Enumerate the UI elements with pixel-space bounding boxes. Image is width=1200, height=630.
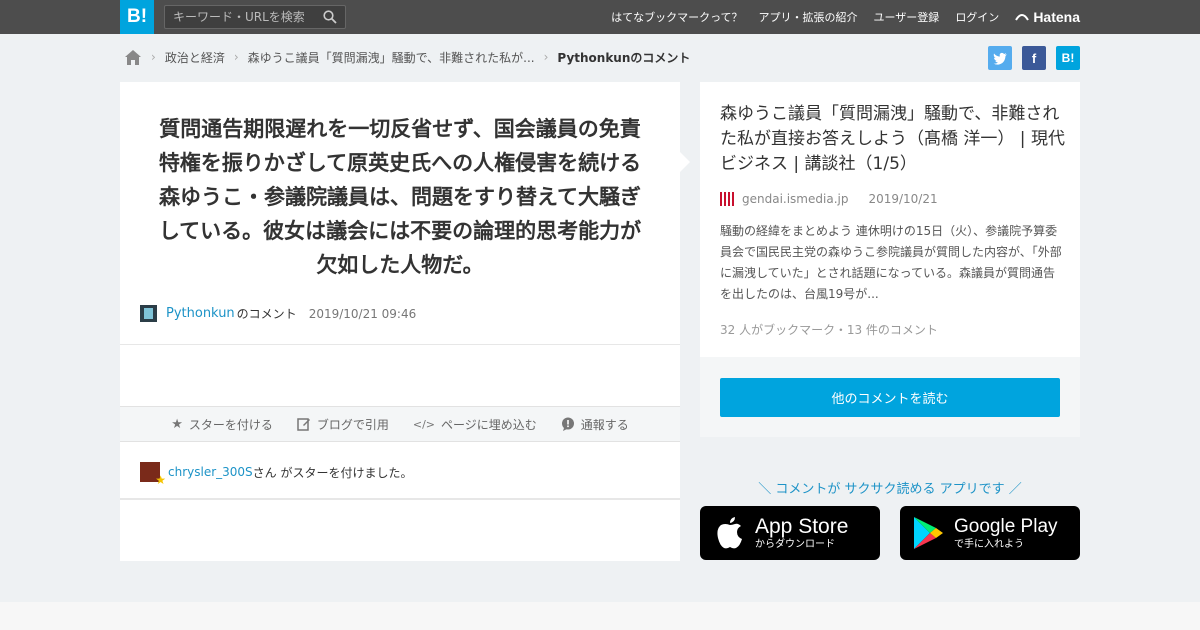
report-button[interactable]: 通報する	[561, 416, 629, 433]
divider	[120, 498, 680, 500]
chevron-right-icon: ›	[543, 50, 549, 64]
breadcrumb: › 政治と経済 › 森ゆうこ議員「質問漏洩」騒動で、非難された私が... › P…	[124, 46, 690, 68]
blog-quote-button[interactable]: ブログで引用	[297, 416, 389, 433]
top-bar: B! はてなブックマークって？ アプリ・拡張の紹介 ユーザー登録 ログイン Ha…	[0, 0, 1200, 34]
report-label: 通報する	[580, 417, 629, 432]
hatena-mark-icon	[1015, 14, 1030, 21]
add-star-button[interactable]: ★ スターを付ける	[171, 416, 273, 433]
search-input[interactable]	[165, 6, 315, 28]
entry-title-link[interactable]: 森ゆうこ議員「質問漏洩」騒動で、非難された私が直接お答えしよう（髙橋 洋一） |…	[720, 102, 1065, 177]
share-buttons: f B!	[988, 46, 1080, 70]
chevron-right-icon: ›	[233, 50, 239, 64]
app-store-button[interactable]: App Store からダウンロード	[700, 506, 880, 560]
comment-actions: ★ スターを付ける ブログで引用 </> ページに埋め込む 通報する	[120, 406, 680, 442]
comment-card: 質問通告期限遅れを一切反省せず、国会議員の免責特権を振りかざして原英史氏への人権…	[120, 82, 680, 561]
entry-bookmark-count[interactable]: 32 人がブックマーク・13 件のコメント	[720, 321, 938, 338]
footer	[0, 602, 1200, 630]
add-star-label: スターを付ける	[188, 417, 273, 432]
star-icon: ★	[155, 473, 166, 487]
divider	[120, 344, 680, 345]
entry-date: 2019/10/21	[868, 192, 938, 206]
google-play-title: Google Play	[954, 515, 1058, 537]
edit-icon	[297, 418, 310, 431]
google-play-subtitle: で手に入れよう	[954, 538, 1024, 550]
hatena-bookmark-icon: B!	[1061, 51, 1075, 65]
search-box[interactable]	[164, 5, 346, 29]
facebook-icon: f	[1031, 50, 1037, 66]
google-play-icon	[914, 517, 943, 549]
login-link[interactable]: ログイン	[955, 9, 999, 25]
hatena-bookmark-logo[interactable]: B!	[120, 0, 154, 34]
star-user-link[interactable]: chrysler_300S	[168, 465, 253, 479]
avatar[interactable]	[140, 305, 157, 322]
entry-card: 森ゆうこ議員「質問漏洩」騒動で、非難された私が直接お答えしよう（髙橋 洋一） |…	[700, 82, 1080, 357]
app-promo-tagline: ＼ コメントが サクサク読める アプリです ／	[758, 482, 1022, 497]
comment-user-suffix: のコメント	[236, 307, 297, 321]
breadcrumb-category[interactable]: 政治と経済	[165, 49, 225, 66]
report-icon	[561, 417, 574, 431]
twitter-share-button[interactable]	[988, 46, 1012, 70]
more-comments-area: 他のコメントを読む	[700, 357, 1080, 437]
home-icon[interactable]	[124, 49, 142, 66]
comment-text: 質問通告期限遅れを一切反省せず、国会議員の免責特権を振りかざして原英史氏への人権…	[158, 117, 642, 277]
embed-button[interactable]: </> ページに埋め込む	[413, 416, 537, 433]
star-icon: ★	[171, 416, 183, 432]
hatena-brand-text: Hatena	[1033, 9, 1080, 25]
comment-timestamp[interactable]: 2019/10/21 09:46	[309, 307, 417, 321]
about-link[interactable]: はてなブックマークって？	[611, 9, 742, 25]
google-play-button[interactable]: Google Play で手に入れよう	[900, 506, 1080, 560]
search-icon[interactable]	[323, 10, 337, 24]
avatar[interactable]: ★	[140, 462, 166, 487]
breadcrumb-current: Pythonkunのコメント	[557, 50, 691, 65]
pointer-arrow	[680, 152, 690, 172]
code-icon: </>	[412, 417, 436, 431]
entry-domain-link[interactable]: gendai.ismedia.jp	[742, 192, 848, 206]
read-more-comments-button[interactable]: 他のコメントを読む	[720, 378, 1060, 417]
apple-icon	[717, 517, 742, 549]
app-store-title: App Store	[755, 514, 849, 538]
twitter-icon	[993, 52, 1007, 65]
comment-meta: Pythonkun のコメント 2019/10/21 09:46	[140, 305, 416, 322]
entry-meta: gendai.ismedia.jp 2019/10/21	[720, 192, 938, 206]
app-store-subtitle: からダウンロード	[755, 538, 835, 550]
breadcrumb-entry[interactable]: 森ゆうこ議員「質問漏洩」騒動で、非難された私が...	[248, 49, 535, 66]
apps-link[interactable]: アプリ・拡張の紹介	[759, 9, 858, 25]
hatena-logo[interactable]: Hatena	[1015, 9, 1080, 25]
hatena-share-button[interactable]: B!	[1056, 46, 1080, 70]
site-favicon-icon	[720, 192, 734, 206]
star-notice: ★ chrysler_300S さん がスターを付けました。	[140, 462, 413, 487]
register-link[interactable]: ユーザー登録	[874, 9, 940, 25]
blog-quote-label: ブログで引用	[316, 417, 389, 432]
embed-label: ページに埋め込む	[441, 417, 537, 432]
top-nav: はてなブックマークって？ アプリ・拡張の紹介 ユーザー登録 ログイン Haten…	[595, 0, 1080, 34]
chevron-right-icon: ›	[151, 50, 156, 64]
star-notice-text: さん がスターを付けました。	[252, 465, 413, 480]
comment-user-link[interactable]: Pythonkun	[166, 306, 235, 321]
entry-summary: 騒動の経緯をまとめよう 連休明けの15日（火）、参議院予算委員会で国民民主党の森…	[720, 224, 1062, 301]
facebook-share-button[interactable]: f	[1022, 46, 1046, 70]
